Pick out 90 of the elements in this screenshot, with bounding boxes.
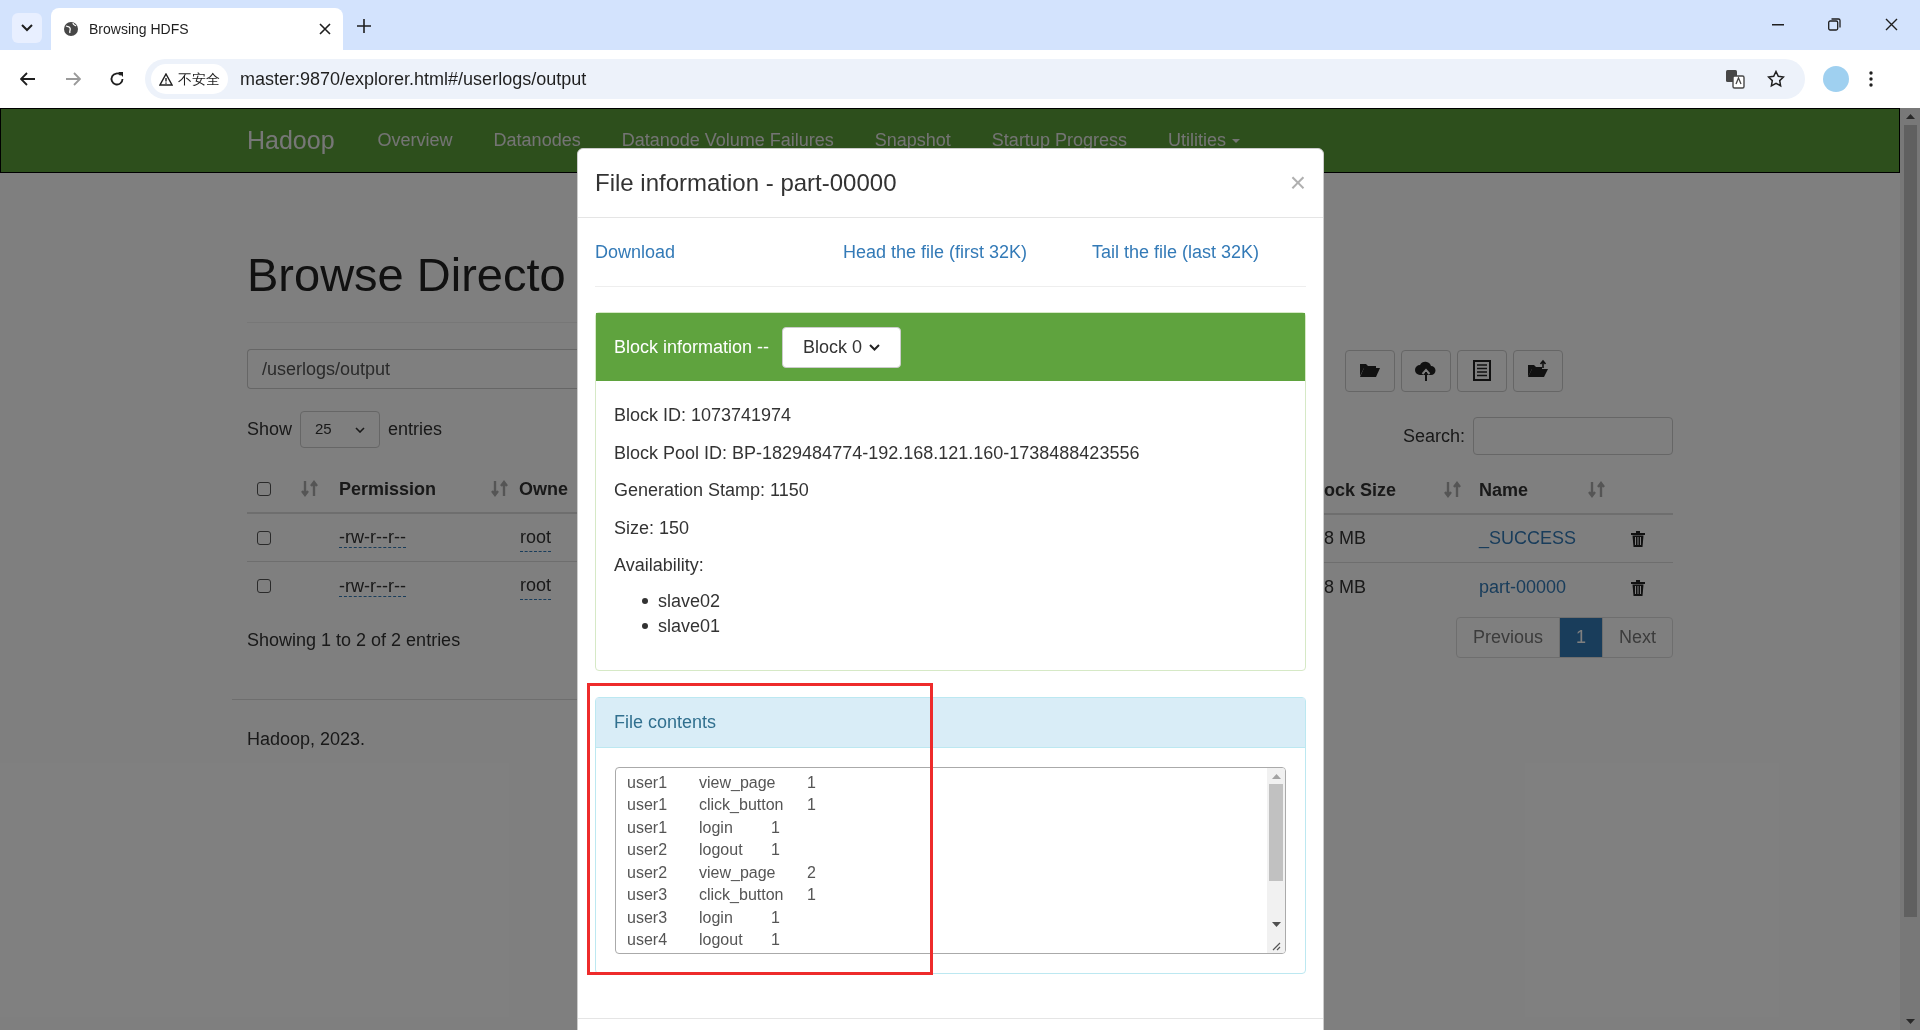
permission-link[interactable]: -rw-r--r-- (339, 527, 406, 548)
owner-link[interactable]: root (520, 523, 552, 552)
file-line: user4 logout 1 (627, 931, 780, 948)
file-link[interactable]: _SUCCESS (1479, 525, 1631, 552)
globe-icon (63, 21, 79, 37)
permission-link[interactable]: -rw-r--r-- (339, 575, 406, 597)
page-button[interactable]: 1 (1558, 618, 1602, 657)
search-field[interactable] (1473, 417, 1673, 455)
modal-title: File information - part-00000 (595, 168, 898, 198)
file-line: user1 click_button 1 (627, 796, 816, 813)
star-icon[interactable] (1767, 70, 1785, 88)
close-window-icon[interactable] (1885, 18, 1898, 31)
forward-icon[interactable] (65, 72, 81, 86)
scrollbar-thumb[interactable] (1269, 783, 1283, 881)
file-line: user2 logout 1 (627, 841, 780, 858)
checkbox[interactable] (257, 482, 271, 496)
security-label: 不安全 (178, 69, 220, 89)
checkbox[interactable] (257, 579, 271, 593)
toolbar-button[interactable] (1513, 350, 1563, 392)
chevron-down-icon (21, 24, 33, 32)
checkbox[interactable] (257, 530, 271, 545)
table-cell-text: 8 MB (1324, 575, 1367, 599)
file-line: user2 view_page 2 (627, 863, 816, 881)
page-length-select[interactable]: 25 (300, 411, 381, 448)
node-name: slave02 (658, 589, 721, 613)
column-header[interactable]: Permission (339, 475, 491, 503)
file-contents-textarea[interactable]: user1 view_page 1 user1 click_button 1 user1 login 1 user2 logout 1 user2 view_page 2 user3 click_button 1 user3 login 1 user4 logout 1 (615, 766, 1286, 954)
page-heading: Browse Directo (247, 247, 567, 303)
resize-grip-icon[interactable] (1271, 940, 1281, 951)
entries-label: entries (388, 418, 443, 441)
link[interactable]: Tail the file (last 32K) (1092, 241, 1260, 262)
page-button[interactable]: Next (1602, 618, 1672, 657)
owner-link[interactable]: root (520, 572, 552, 600)
file-line: user1 login 1 (627, 818, 780, 836)
scroll-down-icon[interactable] (1905, 1019, 1915, 1024)
new-tab-icon[interactable] (357, 19, 371, 33)
node-name: slave01 (658, 614, 721, 638)
translate-icon[interactable] (1725, 69, 1745, 89)
restore-icon[interactable] (1828, 18, 1841, 31)
file-link[interactable]: part-00000 (1479, 573, 1631, 601)
reload-icon[interactable] (109, 71, 125, 87)
link[interactable]: Download (595, 241, 676, 262)
column-header[interactable]: Name (1479, 476, 1588, 504)
show-label: Show (247, 418, 293, 441)
trash-icon[interactable] (1631, 578, 1645, 596)
list-icon (1470, 359, 1494, 383)
panel-title: File contents (614, 710, 717, 734)
trash-icon[interactable] (1631, 530, 1645, 547)
block-field: Block ID: 1073741974 (614, 405, 792, 425)
scroll-down-icon[interactable] (1271, 921, 1281, 927)
column-header[interactable]: Owne (519, 475, 568, 503)
toolbar-button[interactable] (1345, 350, 1395, 392)
block-field: Size: 150 (614, 517, 690, 538)
toolbar-button[interactable] (1401, 350, 1451, 392)
toolbar-button[interactable] (1457, 350, 1507, 392)
column-header[interactable]: ock Size (1324, 476, 1444, 504)
caret-icon (1231, 138, 1240, 143)
browser-tab[interactable]: Browsing HDFS (51, 8, 343, 50)
table-cell-text: 8 MB (1324, 527, 1367, 550)
page-button[interactable]: Previous (1456, 618, 1559, 657)
bullet-icon (642, 623, 648, 629)
close-icon[interactable] (319, 23, 331, 35)
scrollbar-thumb[interactable] (1903, 125, 1917, 917)
chevron-down-icon (355, 426, 366, 433)
table-info: Showing 1 to 2 of 2 entries (247, 629, 462, 652)
chevron-down-icon (869, 343, 881, 351)
address-bar[interactable]: 不安全 master:9870/explorer.html#/userlogs/output (145, 59, 1805, 99)
block-select[interactable]: Block 0 (782, 326, 902, 368)
url-text: master:9870/explorer.html#/userlogs/output (240, 67, 588, 91)
security-chip[interactable]: 不安全 (151, 64, 228, 94)
file-line: user3 click_button 1 (627, 886, 816, 903)
cloud-upload-icon (1414, 359, 1438, 383)
search-label: Search: (1402, 424, 1465, 448)
file-line: user1 view_page 1 (627, 773, 816, 791)
scroll-up-icon[interactable] (1905, 114, 1915, 119)
bullet-icon (642, 598, 648, 604)
footer-text: Hadoop, 2023. (247, 728, 367, 751)
panel-title: Block information -- (614, 335, 770, 359)
path-field[interactable]: /userlogs/output (247, 349, 577, 389)
block-field: Availability: (614, 555, 704, 575)
minimize-icon[interactable] (1772, 24, 1784, 26)
file-line: user3 login 1 (627, 908, 780, 926)
block-field: Block Pool ID: BP-1829484774-192.168.121.160-1738488423556 (614, 442, 1140, 463)
menu-icon[interactable] (1869, 71, 1873, 87)
back-icon[interactable] (20, 72, 36, 86)
warning-icon (159, 72, 173, 86)
block-field: Generation Stamp: 1150 (614, 480, 809, 500)
link[interactable]: Head the file (first 32K) (843, 241, 1028, 262)
tab-title: Browsing HDFS (89, 19, 190, 39)
tab-list-button[interactable] (12, 13, 42, 43)
